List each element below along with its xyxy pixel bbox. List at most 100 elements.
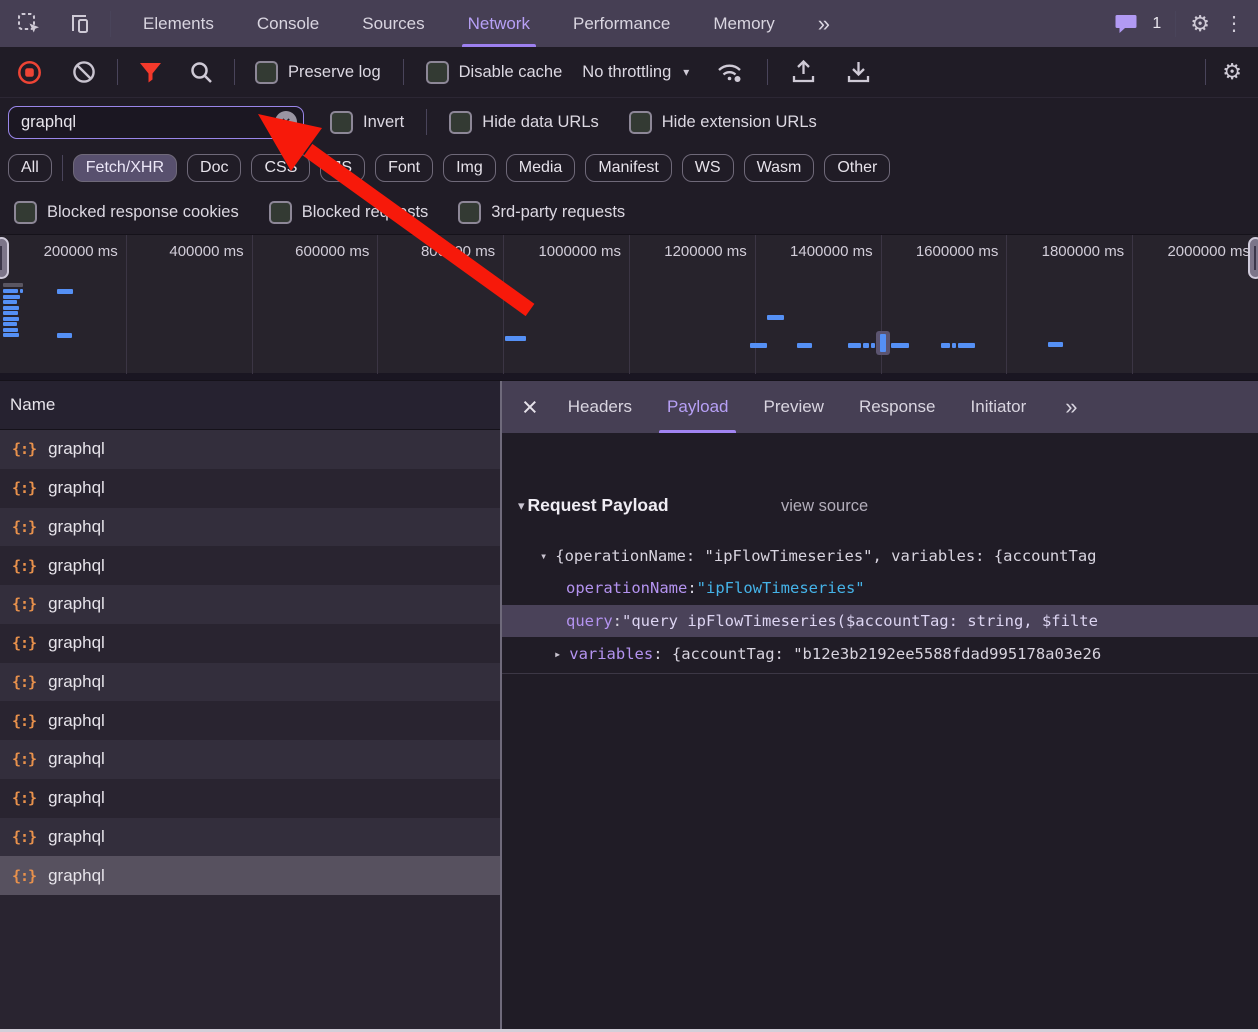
chip-ws[interactable]: WS: [682, 154, 734, 182]
third-party-requests-checkbox[interactable]: 3rd-party requests: [458, 201, 625, 224]
invert-checkbox[interactable]: Invert: [330, 111, 404, 134]
json-file-icon: {:}: [12, 673, 36, 691]
checkbox[interactable]: [269, 201, 292, 224]
request-row[interactable]: {:}graphql: [0, 508, 500, 547]
checkbox[interactable]: [330, 111, 353, 134]
chip-wasm[interactable]: Wasm: [744, 154, 815, 182]
tab-performance[interactable]: Performance: [573, 0, 670, 47]
request-name: graphql: [48, 439, 105, 459]
payload-variables-preview: : {accountTag: "b12e3b2192ee5588fdad9951…: [653, 645, 1101, 663]
checkbox[interactable]: [255, 61, 278, 84]
inspect-element-icon[interactable]: [16, 11, 42, 37]
request-row[interactable]: {:}graphql: [0, 856, 500, 895]
request-row[interactable]: {:}graphql: [0, 779, 500, 818]
search-icon[interactable]: [189, 60, 214, 85]
tab-elements[interactable]: Elements: [143, 0, 214, 47]
preserve-log-checkbox[interactable]: Preserve log: [255, 61, 381, 84]
detail-tab-response[interactable]: Response: [859, 381, 936, 433]
tab-network[interactable]: Network: [468, 0, 530, 47]
chip-font[interactable]: Font: [375, 154, 433, 182]
blocked-requests-checkbox[interactable]: Blocked requests: [269, 201, 429, 224]
payload-root-node[interactable]: ▾ {operationName: "ipFlowTimeseries", va…: [502, 541, 1258, 571]
chip-all[interactable]: All: [8, 154, 52, 182]
timeline-tick-label: 1200000 ms: [632, 243, 747, 260]
detail-tab-headers[interactable]: Headers: [568, 381, 632, 433]
payload-variables-node[interactable]: ▸ variables: {accountTag: "b12e3b2192ee5…: [502, 639, 1258, 669]
filter-input[interactable]: [8, 106, 304, 139]
request-row[interactable]: {:}graphql: [0, 818, 500, 857]
request-row[interactable]: {:}graphql: [0, 740, 500, 779]
kebab-menu-icon[interactable]: ⋮: [1224, 11, 1244, 36]
collapse-triangle-icon[interactable]: ▾: [518, 498, 525, 514]
disable-cache-checkbox[interactable]: Disable cache: [426, 61, 563, 84]
import-har-icon[interactable]: [790, 59, 817, 85]
hide-data-urls-checkbox[interactable]: Hide data URLs: [449, 111, 598, 134]
hide-extension-urls-checkbox[interactable]: Hide extension URLs: [629, 111, 817, 134]
chip-img[interactable]: Img: [443, 154, 496, 182]
export-har-icon[interactable]: [845, 59, 872, 85]
filter-funnel-icon[interactable]: [138, 60, 163, 84]
view-source-link[interactable]: view source: [781, 497, 868, 516]
request-row[interactable]: {:}graphql: [0, 624, 500, 663]
detail-tab-preview[interactable]: Preview: [763, 381, 823, 433]
overview-request-bar: [20, 289, 23, 293]
tree-open-icon[interactable]: ▾: [540, 549, 547, 563]
network-overview-timeline[interactable]: 200000 ms400000 ms600000 ms800000 ms1000…: [0, 235, 1258, 381]
tree-closed-icon[interactable]: ▸: [554, 647, 561, 661]
network-conditions-icon[interactable]: [715, 59, 745, 85]
checkbox[interactable]: [14, 201, 37, 224]
issues-message-icon[interactable]: [1115, 14, 1138, 34]
blocked-response-cookies-checkbox[interactable]: Blocked response cookies: [14, 201, 239, 224]
clear-filter-icon[interactable]: ×: [275, 111, 297, 133]
timeline-gridline: [755, 235, 756, 374]
detail-tab-initiator[interactable]: Initiator: [971, 381, 1027, 433]
tab-console[interactable]: Console: [257, 0, 319, 47]
throttling-dropdown[interactable]: No throttling ▾: [582, 63, 689, 82]
third-party-requests-label: 3rd-party requests: [491, 203, 625, 222]
request-detail-panel: × Headers Payload Preview Response Initi…: [502, 381, 1258, 1032]
request-name: graphql: [48, 827, 105, 847]
name-column-header[interactable]: Name: [0, 381, 500, 430]
request-row[interactable]: {:}graphql: [0, 663, 500, 702]
request-payload-section[interactable]: ▾ Request Payload: [518, 495, 669, 516]
chip-css[interactable]: CSS: [251, 154, 310, 182]
request-row[interactable]: {:}graphql: [0, 701, 500, 740]
chip-fetch-xhr[interactable]: Fetch/XHR: [73, 154, 177, 182]
clear-network-log-icon[interactable]: [71, 59, 97, 85]
overview-request-bar: [797, 343, 812, 348]
tab-sources[interactable]: Sources: [362, 0, 424, 47]
settings-gear-icon[interactable]: ⚙: [1190, 11, 1210, 37]
preserve-log-label: Preserve log: [288, 63, 381, 82]
payload-operation-name-node[interactable]: operationName: "ipFlowTimeseries": [502, 573, 1258, 603]
detail-tab-payload[interactable]: Payload: [667, 381, 728, 433]
resource-type-filter-row: All Fetch/XHR Doc CSS JS Font Img Media Manifest…: [0, 146, 1258, 190]
request-row[interactable]: {:}graphql: [0, 469, 500, 508]
timeline-tick-label: 2000000 ms: [1135, 243, 1250, 260]
chip-manifest[interactable]: Manifest: [585, 154, 671, 182]
checkbox[interactable]: [629, 111, 652, 134]
close-detail-icon[interactable]: ×: [522, 394, 538, 421]
checkbox[interactable]: [458, 201, 481, 224]
device-toolbar-icon[interactable]: [66, 11, 92, 37]
overview-request-bar: [3, 306, 19, 310]
network-settings-gear-icon[interactable]: ⚙: [1222, 59, 1242, 85]
request-row[interactable]: {:}graphql: [0, 585, 500, 624]
record-network-log-icon[interactable]: [16, 59, 43, 86]
request-name: graphql: [48, 711, 105, 731]
blocked-filters-row: Blocked response cookies Blocked request…: [0, 190, 1258, 235]
more-detail-tabs-icon[interactable]: »: [1065, 381, 1077, 433]
overview-request-bar: [57, 289, 73, 294]
more-tabs-icon[interactable]: »: [818, 0, 830, 47]
checkbox[interactable]: [449, 111, 472, 134]
payload-query-node-highlighted[interactable]: query: "query ipFlowTimeseries($accountT…: [502, 605, 1258, 637]
chip-media[interactable]: Media: [506, 154, 576, 182]
checkbox[interactable]: [426, 61, 449, 84]
tab-memory[interactable]: Memory: [713, 0, 774, 47]
chip-js[interactable]: JS: [320, 154, 365, 182]
overview-request-bar: [3, 311, 18, 315]
request-row[interactable]: {:}graphql: [0, 546, 500, 585]
request-row[interactable]: {:}graphql: [0, 430, 500, 469]
payload-root-preview: {operationName: "ipFlowTimeseries", vari…: [555, 547, 1096, 565]
chip-other[interactable]: Other: [824, 154, 890, 182]
chip-doc[interactable]: Doc: [187, 154, 241, 182]
